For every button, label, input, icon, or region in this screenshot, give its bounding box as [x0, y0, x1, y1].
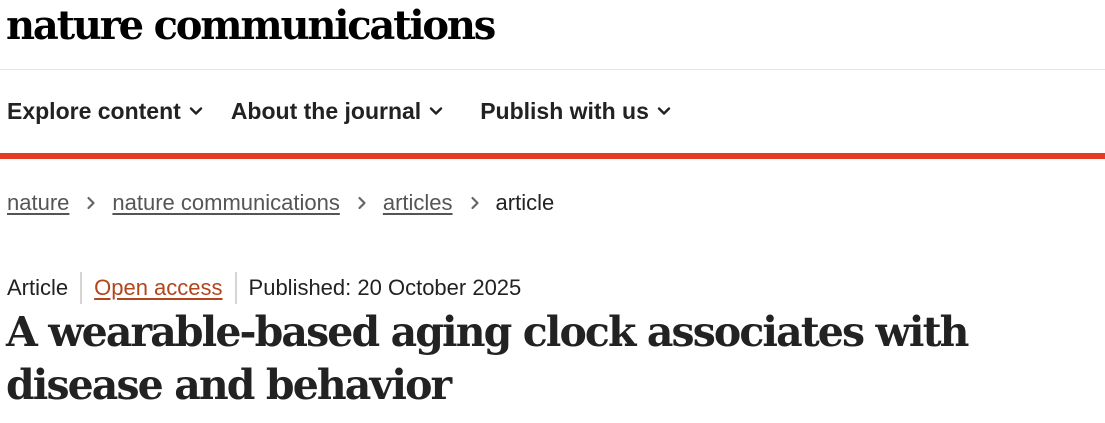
breadcrumb-nature[interactable]: nature: [7, 190, 69, 216]
nav-label: Publish with us: [480, 97, 649, 124]
published-date: Published: 20 October 2025: [248, 275, 522, 300]
chevron-right-icon: [87, 196, 95, 210]
main-nav: Explore content About the journal Publis…: [0, 71, 1105, 153]
breadcrumb: nature nature communications articles ar…: [7, 190, 554, 216]
nav-explore-content[interactable]: Explore content: [7, 98, 203, 125]
article-meta: Article Open access Published: 20 Octobe…: [7, 272, 521, 304]
page: nature communications Explore content Ab…: [0, 0, 1105, 423]
accent-divider: [0, 153, 1105, 159]
article-type: Article: [7, 275, 69, 300]
nav-label: Explore content: [7, 97, 181, 124]
nav-label: About the journal: [230, 97, 422, 124]
nav-publish-with-us[interactable]: Publish with us: [480, 98, 671, 125]
journal-logo[interactable]: nature communications: [6, 0, 496, 54]
breadcrumb-nature-communications[interactable]: nature communications: [112, 190, 339, 216]
chevron-down-icon: [189, 107, 203, 115]
article-title: A wearable-based aging clock associates …: [6, 308, 969, 409]
chevron-down-icon: [429, 107, 443, 115]
chevron-right-icon: [470, 196, 479, 210]
chevron-down-icon: [657, 107, 671, 115]
chevron-right-icon: [358, 196, 366, 210]
breadcrumb-articles[interactable]: articles: [383, 190, 453, 216]
open-access-link[interactable]: Open access: [94, 275, 222, 301]
meta-divider: [234, 272, 237, 304]
breadcrumb-current-article: article: [495, 190, 555, 215]
nav-about-the-journal[interactable]: About the journal: [231, 98, 443, 125]
meta-divider: [80, 272, 83, 304]
site-header: nature communications: [0, 0, 1105, 70]
